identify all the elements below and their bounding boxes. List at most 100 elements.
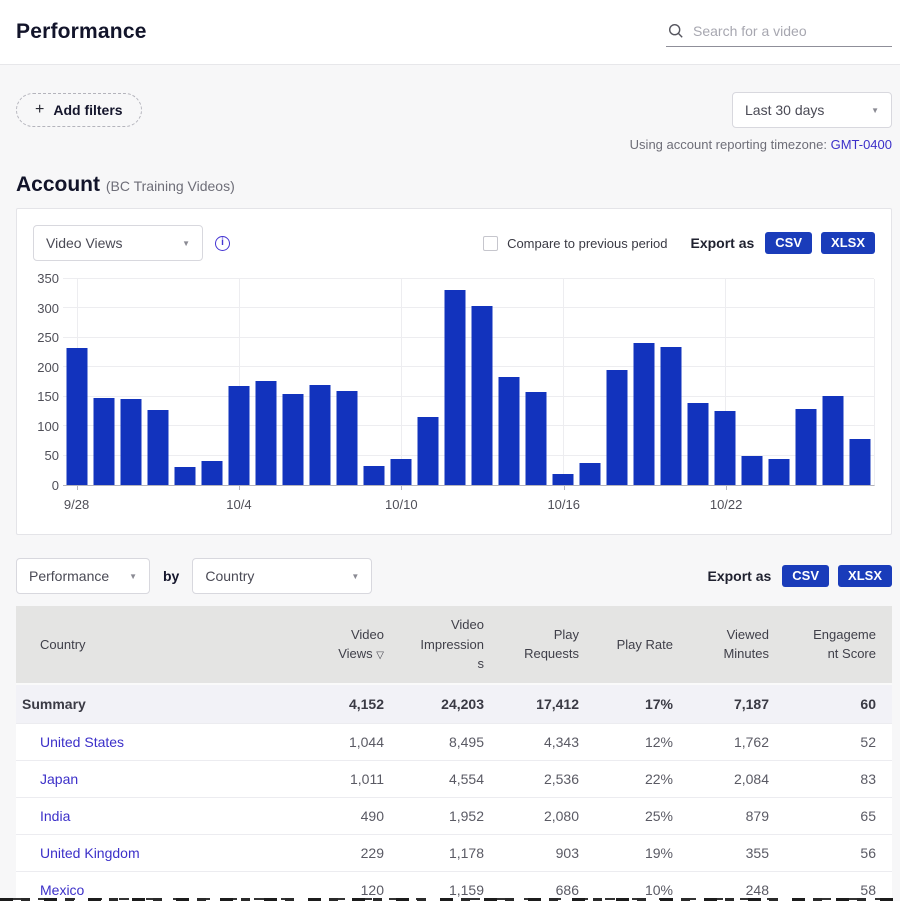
value-cell: 1,952 [400,797,500,834]
chart-bar [499,377,520,485]
y-tick-label: 150 [37,390,59,404]
x-tick-mark [77,486,78,490]
chart-bar [336,391,357,485]
column-header-play-requests[interactable]: Play Requests [500,606,595,684]
value-cell: 24,203 [400,684,500,724]
chart-bar [120,399,141,485]
y-gridline [63,278,874,279]
chart-bar [444,290,465,485]
export-xlsx-button[interactable]: XLSX [821,232,875,254]
country-table-body: Summary4,15224,20317,41217%7,18760United… [16,684,892,901]
timezone-note: Using account reporting timezone: GMT-04… [0,137,892,152]
y-tick-label: 300 [37,302,59,316]
page-title: Performance [16,20,147,44]
country-link[interactable]: United Kingdom [40,845,140,861]
value-cell: 8,495 [400,723,500,760]
chevron-down-icon: ▼ [129,572,137,581]
breakdown-metric-value: Performance [29,568,109,584]
x-tick-label: 10/16 [547,497,580,512]
country-link[interactable]: Japan [40,771,78,787]
value-cell: 12% [595,723,689,760]
search-icon [668,23,684,39]
value-cell: 903 [500,834,595,871]
value-cell: 17% [595,684,689,724]
chart-bar [228,386,249,485]
chart-bar [607,370,628,485]
x-tick-mark [239,486,240,490]
x-tick-mark [564,486,565,490]
value-cell: 1,011 [300,760,400,797]
info-icon[interactable]: i [215,236,230,251]
video-search[interactable] [666,17,892,47]
plus-icon: + [35,102,44,118]
country-link[interactable]: United States [40,734,124,750]
value-cell: 4,343 [500,723,595,760]
y-tick-label: 350 [37,272,59,286]
breakdown-metric-select[interactable]: Performance ▼ [16,558,150,594]
search-input[interactable] [693,23,890,39]
chart-bar [634,343,655,485]
y-tick-label: 250 [37,331,59,345]
chart-bar [715,411,736,485]
chart-bar [796,409,817,486]
chart-bar [66,348,87,485]
chart-bar [769,459,790,485]
summary-row: Summary4,15224,20317,41217%7,18760 [16,684,892,724]
column-header-video-views[interactable]: Video Views ▽ [300,606,400,684]
export-xlsx-button[interactable]: XLSX [838,565,892,587]
value-cell: 52 [785,723,892,760]
value-cell: 56 [785,834,892,871]
chart-bar [580,463,601,485]
country-cell: United States [16,723,300,760]
export-csv-button[interactable]: CSV [765,232,812,254]
table-row: United States1,0448,4954,34312%1,76252 [16,723,892,760]
table-row: Japan1,0114,5542,53622%2,08483 [16,760,892,797]
table-row: Mexico1201,15968610%24858 [16,871,892,901]
chart-x-axis: 9/2810/410/1010/1610/22 [63,486,875,518]
x-tick-mark [726,486,727,490]
chevron-down-icon: ▼ [871,106,879,115]
value-cell: 1,762 [689,723,785,760]
value-cell: 10% [595,871,689,901]
value-cell: 1,178 [400,834,500,871]
value-cell: 65 [785,797,892,834]
column-header-play-rate[interactable]: Play Rate [595,606,689,684]
country-link[interactable]: India [40,808,70,824]
breakdown-dimension-select[interactable]: Country ▼ [192,558,372,594]
column-header-country[interactable]: Country [16,606,300,684]
timezone-link[interactable]: GMT-0400 [831,137,892,152]
chart-bar [661,347,682,485]
value-cell: 83 [785,760,892,797]
value-cell: 19% [595,834,689,871]
section-title: Account [16,173,100,196]
value-cell: 686 [500,871,595,901]
y-gridline [63,425,874,426]
bar-chart: 050100150200250300350 9/2810/410/1010/16… [33,279,875,518]
column-header-viewed-minutes[interactable]: Viewed Minutes [689,606,785,684]
chart-bar [93,398,114,485]
x-tick-mark [401,486,402,490]
metric-select-value: Video Views [46,235,123,251]
value-cell: 58 [785,871,892,901]
y-tick-label: 0 [52,479,59,493]
compare-checkbox[interactable] [483,236,498,251]
export-csv-button[interactable]: CSV [782,565,829,587]
filters-row: + Add filters Last 30 days ▼ [16,92,892,128]
date-range-select[interactable]: Last 30 days ▼ [732,92,892,128]
chart-bar [553,474,574,485]
table-row: United Kingdom2291,17890319%35556 [16,834,892,871]
value-cell: 2,536 [500,760,595,797]
chart-bar [282,394,303,485]
country-link[interactable]: Mexico [40,882,84,898]
value-cell: 7,187 [689,684,785,724]
column-header-video-impressions[interactable]: Video Impressions [400,606,500,684]
chart-y-axis: 050100150200250300350 [33,279,63,486]
metric-select[interactable]: Video Views ▼ [33,225,203,261]
chart-bar [688,403,709,485]
add-filters-button[interactable]: + Add filters [16,93,142,127]
y-gridline [63,366,874,367]
chart-card-header: Video Views ▼ i Compare to previous peri… [33,225,875,261]
breakdown-controls: Performance ▼ by Country ▼ Export as CSV… [16,558,892,594]
country-cell: Japan [16,760,300,797]
column-header-engagement-score[interactable]: Engagement Score [785,606,892,684]
